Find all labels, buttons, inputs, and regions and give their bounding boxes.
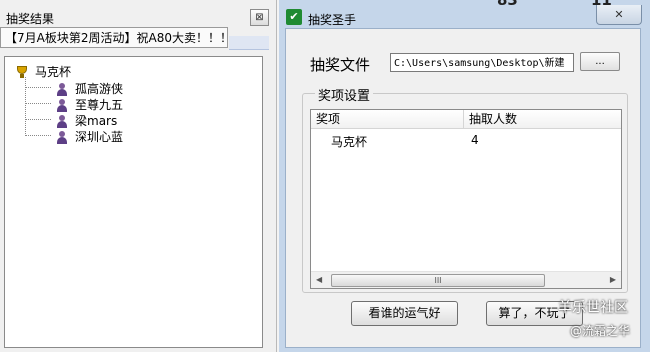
user-icon [55, 114, 69, 128]
tree-connector [25, 119, 51, 120]
user-icon [55, 82, 69, 96]
results-tree[interactable]: 马克杯 孤高游侠 至尊九五 梁mars 深圳心蓝 [4, 56, 263, 348]
user-icon [55, 130, 69, 144]
tree-connector [25, 135, 51, 136]
tree-root-label: 马克杯 [35, 65, 72, 79]
column-header-count[interactable]: 抽取人数 [464, 110, 621, 129]
scroll-left-icon[interactable]: ◀ [316, 275, 322, 284]
results-window-title: 抽奖结果 [6, 12, 55, 26]
prize-cell[interactable]: 马克杯 [331, 133, 367, 150]
tree-child-node[interactable]: 孤高游侠 [55, 80, 123, 97]
tree-child-label: 至尊九五 [75, 98, 124, 112]
background-digits: 83 [497, 0, 518, 9]
browse-button[interactable]: ... [580, 52, 620, 71]
column-header-prize[interactable]: 奖项 [311, 110, 464, 129]
results-window: 抽奖结果 ⊠ 【7月A板块第2周活动】祝A80大卖！！！ 马克杯 孤高游侠 至尊… [0, 0, 277, 352]
tree-child-node[interactable]: 深圳心蓝 [55, 128, 123, 145]
close-icon[interactable]: ⊠ [250, 9, 269, 26]
tree-child-label: 深圳心蓝 [75, 130, 124, 144]
tree-connector [25, 103, 51, 104]
tree-connector [25, 77, 26, 134]
banner-strip [229, 36, 269, 50]
tree-connector [25, 87, 51, 88]
tree-child-label: 孤高游侠 [75, 82, 124, 96]
scroll-thumb[interactable]: III [331, 274, 545, 287]
user-icon [55, 98, 69, 112]
tree-child-node[interactable]: 至尊九五 [55, 96, 123, 113]
event-banner: 【7月A板块第2周活动】祝A80大卖！！！ [0, 27, 228, 48]
trophy-icon [15, 65, 29, 79]
prize-settings-title: 奖项设置 [315, 85, 374, 104]
close-icon[interactable]: ✕ [596, 5, 642, 25]
draw-button[interactable]: 看谁的运气好 [351, 301, 458, 326]
file-label: 抽奖文件 [310, 56, 371, 74]
horizontal-scrollbar[interactable]: ◀ III ▶ [311, 271, 621, 288]
file-path-input[interactable]: C:\Users\samsung\Desktop\新建 [390, 53, 574, 72]
lottery-window-title: 抽奖圣手 [308, 13, 357, 27]
app-icon: ✔ [286, 9, 302, 25]
tree-root-node[interactable]: 马克杯 [15, 63, 71, 80]
tree-child-node[interactable]: 梁mars [55, 112, 117, 129]
count-cell[interactable]: 4 [471, 133, 479, 147]
watermark-text: @流霜之华 [570, 324, 631, 338]
tree-child-label: 梁mars [75, 114, 118, 128]
scroll-right-icon[interactable]: ▶ [610, 275, 616, 284]
watermark-text: 羊乐世社区 [558, 300, 628, 316]
prize-list[interactable]: 奖项 抽取人数 马克杯 4 ◀ III ▶ [310, 109, 622, 289]
